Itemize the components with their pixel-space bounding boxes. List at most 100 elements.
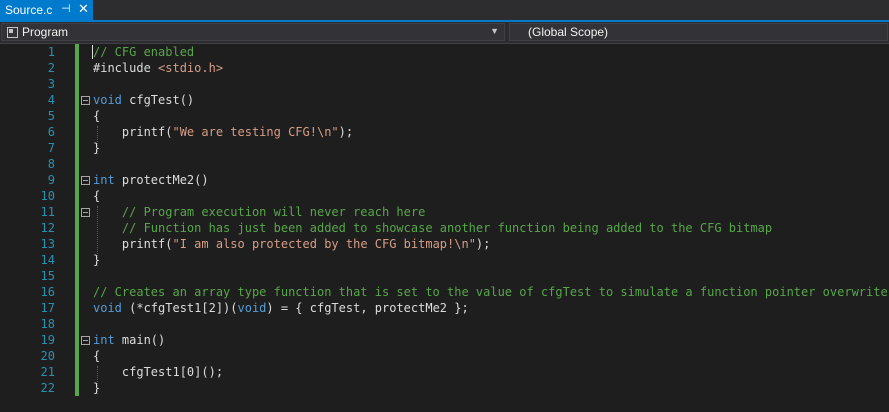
code-token: printf( bbox=[93, 237, 173, 251]
code-line[interactable]: 19 int main() bbox=[0, 332, 889, 348]
code-token: ); bbox=[475, 237, 491, 251]
line-number: 18 bbox=[40, 317, 55, 331]
collapse-icon[interactable] bbox=[81, 336, 90, 345]
code-token: int bbox=[93, 333, 115, 347]
project-dropdown[interactable]: Program ▼ bbox=[1, 23, 505, 41]
code-token: #include bbox=[93, 61, 159, 75]
line-number: 9 bbox=[47, 173, 55, 187]
code-line[interactable]: 14} bbox=[0, 252, 889, 268]
line-number: 15 bbox=[40, 269, 55, 283]
change-indicator bbox=[75, 204, 79, 220]
change-indicator bbox=[75, 60, 79, 76]
code-text: { bbox=[93, 348, 100, 364]
code-line[interactable]: 6 printf("We are testing CFG!\n"); bbox=[0, 124, 889, 140]
code-text: int protectMe2() bbox=[93, 172, 209, 188]
code-token: void bbox=[237, 301, 267, 315]
code-token: ) = { cfgTest, protectMe2 }; bbox=[266, 301, 469, 315]
code-text: #include <stdio.h> bbox=[93, 60, 223, 76]
change-indicator bbox=[75, 252, 79, 268]
code-line[interactable]: 11 // Program execution will never reach… bbox=[0, 204, 889, 220]
change-indicator bbox=[75, 300, 79, 316]
code-token: // CFG enabled bbox=[93, 45, 195, 59]
line-number: 7 bbox=[47, 141, 55, 155]
code-line[interactable]: 3 bbox=[0, 76, 889, 92]
change-indicator bbox=[75, 140, 79, 156]
code-token: protectMe2() bbox=[114, 173, 209, 187]
chevron-down-icon[interactable]: ▼ bbox=[490, 26, 499, 36]
indent-guide bbox=[97, 206, 98, 266]
line-number: 2 bbox=[47, 61, 55, 75]
scope-dropdown[interactable]: (Global Scope) bbox=[509, 23, 888, 41]
code-line[interactable]: 18 bbox=[0, 316, 889, 332]
pin-icon[interactable]: ⊣ bbox=[61, 2, 71, 15]
collapse-icon[interactable] bbox=[81, 176, 90, 185]
code-token: ); bbox=[338, 125, 354, 139]
change-indicator bbox=[75, 124, 79, 140]
change-indicator bbox=[75, 172, 79, 188]
change-indicator bbox=[75, 76, 79, 92]
code-token: // Function has just been added to showc… bbox=[93, 221, 773, 235]
code-line[interactable]: 5{ bbox=[0, 108, 889, 124]
line-number: 17 bbox=[40, 301, 55, 315]
close-icon[interactable]: ✕ bbox=[78, 1, 89, 17]
code-token: <stdio.h> bbox=[158, 61, 224, 75]
code-line[interactable]: 4 void cfgTest() bbox=[0, 92, 889, 108]
collapse-icon[interactable] bbox=[81, 96, 90, 105]
line-number: 13 bbox=[40, 237, 55, 251]
code-token: main() bbox=[114, 333, 166, 347]
line-number: 3 bbox=[47, 77, 55, 91]
code-line[interactable]: 7} bbox=[0, 140, 889, 156]
code-text: void cfgTest() bbox=[93, 92, 194, 108]
code-token: // Program execution will never reach he… bbox=[93, 205, 426, 219]
code-text: // CFG enabled bbox=[93, 44, 194, 60]
change-indicator bbox=[75, 380, 79, 396]
tab-source-c[interactable]: Source.c ⊣ ✕ bbox=[0, 0, 93, 20]
code-line[interactable]: 10 { bbox=[0, 188, 889, 204]
code-line[interactable]: 21 cfgTest1[0](); bbox=[0, 364, 889, 380]
code-line[interactable]: 17 void (*cfgTest1[2])(void) = { cfgTest,… bbox=[0, 300, 889, 316]
change-indicator bbox=[75, 332, 79, 348]
change-indicator bbox=[75, 156, 79, 172]
code-token: cfgTest() bbox=[121, 93, 195, 107]
code-line[interactable]: 15 bbox=[0, 268, 889, 284]
code-text: void (*cfgTest1[2])(void) = { cfgTest, p… bbox=[93, 300, 469, 316]
code-text: printf("I am also protected by the CFG b… bbox=[93, 236, 490, 252]
line-number: 11 bbox=[40, 205, 55, 219]
code-line[interactable]: 1 // CFG enabled bbox=[0, 44, 889, 60]
code-token: (*cfgTest1[2])( bbox=[121, 301, 238, 315]
line-number: 19 bbox=[40, 333, 55, 347]
code-line[interactable]: 2 #include <stdio.h> bbox=[0, 60, 889, 76]
line-number: 10 bbox=[40, 189, 55, 203]
code-text: { bbox=[93, 188, 100, 204]
code-token: int bbox=[93, 173, 115, 187]
change-indicator bbox=[75, 108, 79, 124]
change-indicator bbox=[75, 44, 79, 60]
code-line[interactable]: 16 // Creates an array type function that… bbox=[0, 284, 889, 300]
code-line[interactable]: 20 { bbox=[0, 348, 889, 364]
line-number: 8 bbox=[47, 157, 55, 171]
code-line[interactable]: 13 printf("I am also protected by the CF… bbox=[0, 236, 889, 252]
project-icon bbox=[7, 26, 18, 38]
code-line[interactable]: 8 bbox=[0, 156, 889, 172]
change-indicator bbox=[75, 364, 79, 380]
line-number: 14 bbox=[40, 253, 55, 267]
code-line[interactable]: 12 // Function has just been added to sh… bbox=[0, 220, 889, 236]
change-indicator bbox=[75, 92, 79, 108]
collapse-icon[interactable] bbox=[81, 208, 90, 217]
navigation-bar: Program ▼ (Global Scope) bbox=[0, 22, 889, 44]
scope-label: (Global Scope) bbox=[528, 25, 609, 39]
line-number: 1 bbox=[47, 45, 55, 59]
change-indicator bbox=[75, 316, 79, 332]
project-label: Program bbox=[22, 25, 69, 39]
code-line[interactable]: 22} bbox=[0, 380, 889, 396]
change-indicator bbox=[75, 284, 79, 300]
change-indicator bbox=[75, 268, 79, 284]
code-text: int main() bbox=[93, 332, 165, 348]
code-editor[interactable]: 1 // CFG enabled 2 #include <stdio.h> 3 4 void… bbox=[0, 44, 889, 412]
code-line[interactable]: 9 int protectMe2() bbox=[0, 172, 889, 188]
code-token: "I am also protected by the CFG bitmap!\… bbox=[172, 237, 476, 251]
code-text: // Creates an array type function that i… bbox=[93, 284, 888, 300]
code-token: printf( bbox=[93, 125, 173, 139]
code-token: // Creates an array type function that i… bbox=[93, 285, 888, 299]
code-text: cfgTest1[0](); bbox=[93, 364, 223, 380]
